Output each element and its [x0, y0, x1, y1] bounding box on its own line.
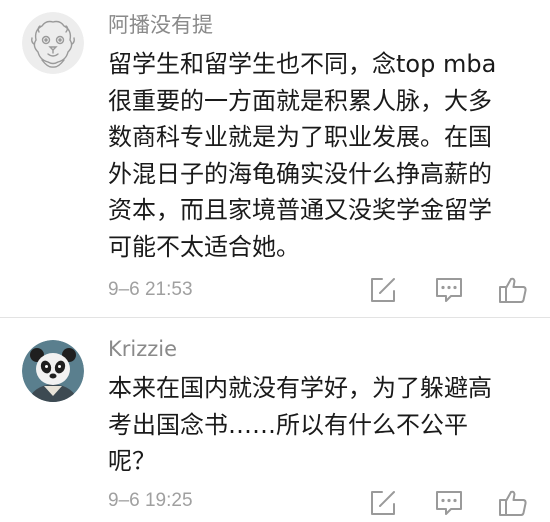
comment-timestamp: 9–6 21:53 — [108, 279, 193, 300]
comment-line: 呢？ — [108, 447, 156, 475]
reply-icon — [436, 491, 462, 515]
edit-button[interactable] — [368, 275, 398, 305]
reply-button[interactable] — [434, 275, 464, 305]
comment-line: 数商科专业就是为了职业发展。在国 — [108, 123, 492, 151]
comment-text: 本来在国内就没有学好，为了躲避高 考出国念书……所以有什么不公平 呢？ — [108, 370, 540, 480]
comment-line: 本来在国内就没有学好，为了躲避高 — [108, 374, 492, 402]
comment-line: 很重要的一方面就是积累人脉，大多 — [108, 86, 492, 115]
edit-button[interactable] — [368, 488, 398, 518]
comment-item: Krizzie 本来在国内就没有学好，为了躲避高 考出国念书……所以有什么不公平… — [0, 318, 550, 517]
comment-line: 可能不太适合她。 — [108, 232, 300, 261]
avatar[interactable] — [22, 340, 84, 402]
username[interactable]: 阿播没有提 — [108, 9, 213, 39]
edit-icon — [371, 278, 395, 302]
lion-mascot-icon — [22, 12, 84, 74]
comment-item: 阿播没有提 留学生和留学生也不同，念top mba 很重要的一方面就是积累人脉，… — [0, 0, 550, 318]
username[interactable]: Krizzie — [108, 337, 177, 361]
like-button[interactable] — [498, 275, 528, 305]
comment-text: 留学生和留学生也不同，念top mba 很重要的一方面就是积累人脉，大多 数商科… — [108, 46, 540, 265]
reply-button[interactable] — [434, 488, 464, 518]
comment-timestamp: 9–6 19:25 — [108, 490, 193, 511]
edit-icon — [371, 491, 395, 515]
panda-icon — [22, 340, 84, 402]
reply-icon — [436, 278, 462, 302]
like-button[interactable] — [498, 488, 528, 518]
thumbs-up-icon — [499, 277, 527, 303]
comment-line: 资本，而且家境普通又没奖学金留学 — [108, 196, 492, 224]
comment-line: 考出国念书……所以有什么不公平 — [108, 410, 468, 439]
avatar[interactable] — [22, 12, 84, 74]
comment-line: 留学生和留学生也不同，念top mba — [108, 50, 497, 78]
thumbs-up-icon — [499, 490, 527, 516]
comment-line: 外混日子的海龟确实没什么挣高薪的 — [108, 159, 492, 188]
